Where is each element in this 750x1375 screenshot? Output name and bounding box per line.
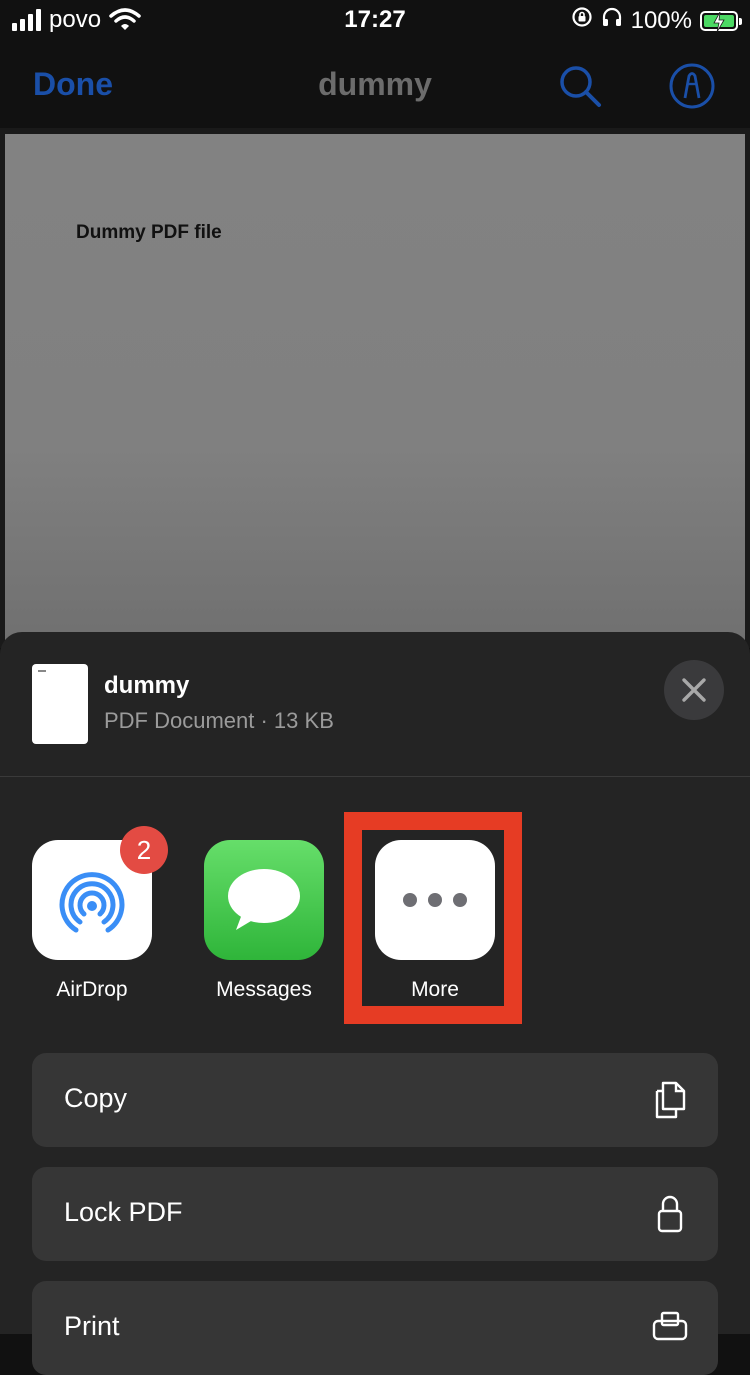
battery-percent: 100%: [630, 6, 692, 34]
share-sheet: dummy PDF Document · 13 KB 2 AirDrop Mes…: [0, 632, 750, 1375]
markup-icon[interactable]: [668, 62, 716, 110]
done-button[interactable]: Done: [33, 66, 113, 103]
app-label: Messages: [216, 978, 312, 1001]
rotation-lock-icon: [571, 6, 593, 35]
highlight-box: [344, 812, 522, 1024]
close-icon: [682, 678, 706, 702]
navigation-bar: Done dummy: [0, 44, 750, 128]
status-right: 100%: [571, 6, 742, 35]
action-print[interactable]: Print: [32, 1281, 718, 1375]
document-viewer[interactable]: Dummy PDF file: [0, 128, 750, 654]
search-icon[interactable]: [556, 62, 604, 110]
file-meta: PDF Document · 13 KB: [104, 708, 334, 733]
headphones-icon: [601, 6, 623, 35]
app-label: AirDrop: [56, 978, 128, 1001]
print-icon: [652, 1311, 688, 1341]
action-label: Lock PDF: [64, 1197, 183, 1227]
action-label: Copy: [64, 1083, 128, 1113]
action-lock-pdf[interactable]: Lock PDF: [32, 1167, 718, 1261]
pdf-page-text: Dummy PDF file: [76, 222, 222, 243]
messages-icon: [204, 840, 324, 960]
file-thumbnail: [32, 664, 88, 744]
status-bar: povo 17:27 100%: [0, 0, 750, 44]
close-button[interactable]: [664, 660, 724, 720]
pdf-page: Dummy PDF file: [5, 134, 745, 654]
sheet-divider: [0, 776, 750, 777]
lock-icon: [657, 1195, 683, 1233]
battery-icon: [700, 10, 742, 32]
action-copy[interactable]: Copy: [32, 1053, 718, 1147]
copy-icon: [655, 1081, 686, 1119]
notification-badge: 2: [120, 826, 168, 874]
file-name: dummy: [104, 672, 190, 699]
share-app-airdrop[interactable]: 2 AirDrop: [32, 826, 168, 1001]
action-label: Print: [64, 1311, 120, 1341]
share-app-messages[interactable]: Messages: [204, 840, 324, 1001]
airdrop-icon: 2: [32, 826, 168, 960]
